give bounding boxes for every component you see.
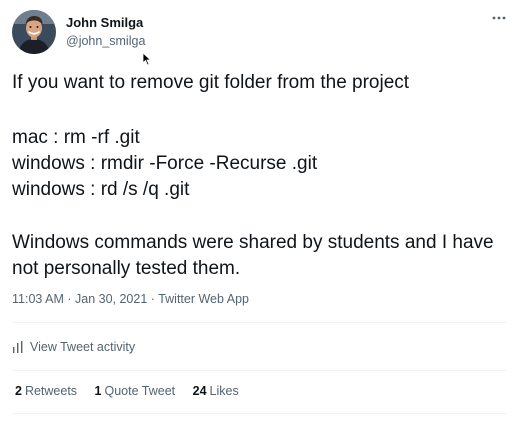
likes-link[interactable]: 24 Likes [193,384,239,398]
meta-separator: · [63,292,75,306]
bar-chart-icon [13,341,23,353]
tweet-text-line: windows : rd /s /q .git [12,179,190,200]
profile-photo-icon [12,10,56,54]
divider [12,413,507,414]
likes-count: 24 [192,384,207,398]
tweet-source[interactable]: Twitter Web App [158,292,249,306]
engagement-stats: 2 Retweets 1 Quote Tweet 24 Likes [15,384,253,398]
tweet-date[interactable]: Jan 30, 2021 [75,292,147,306]
activity-label: View Tweet activity [30,340,136,354]
tweet-text-line: mac : rm -rf .git [12,127,140,148]
divider [12,322,507,323]
meta-separator: · [147,292,159,306]
divider [12,370,507,371]
quote-tweets-count: 1 [94,384,102,398]
tweet-meta: 11:03 AM · Jan 30, 2021 · Twitter Web Ap… [12,292,249,306]
tweet-time[interactable]: 11:03 AM [12,292,64,306]
mouse-cursor-icon [142,52,152,66]
retweets-link[interactable]: 2 Retweets [15,384,77,398]
tweet-text-line: If you want to remove git folder from th… [12,72,410,93]
avatar[interactable] [12,10,56,54]
tweet-text-line: Windows commands were shared by students… [12,232,494,253]
likes-label: Likes [209,384,239,398]
more-options-icon[interactable] [488,10,510,26]
tweet-text-line: not personally tested them. [12,258,241,279]
retweets-count: 2 [15,384,22,398]
retweets-label: Retweets [24,384,78,398]
quote-tweets-link[interactable]: 1 Quote Tweet [95,384,176,398]
view-tweet-activity-link[interactable]: View Tweet activity [12,338,135,356]
author-name[interactable]: John Smilga [66,15,143,30]
tweet-text-line: windows : rmdir -Force -Recurse .git [12,153,318,174]
quote-tweets-label: Quote Tweet [104,384,176,398]
author-handle[interactable]: @john_smilga [66,34,145,48]
